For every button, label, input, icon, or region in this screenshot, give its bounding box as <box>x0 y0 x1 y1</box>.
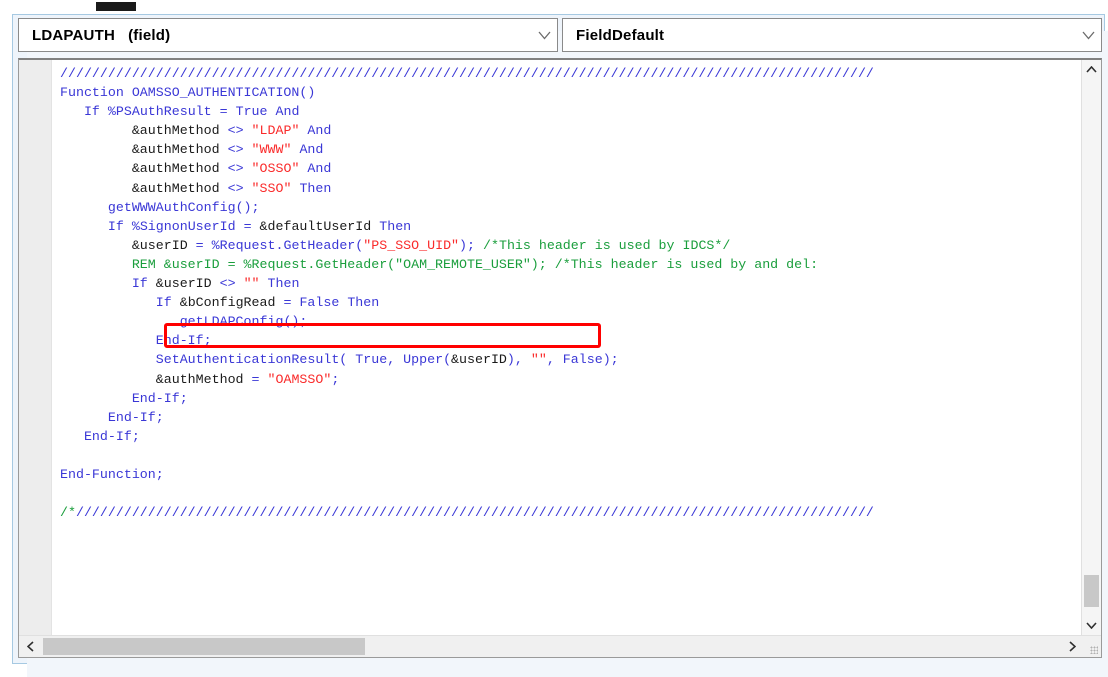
chevron-down-icon[interactable] <box>531 19 557 51</box>
peoplecode-source[interactable]: ////////////////////////////////////////… <box>52 60 1081 522</box>
object-combo-value: LDAPAUTH (field) <box>32 26 171 44</box>
horizontal-scrollbar-track[interactable] <box>41 636 1061 657</box>
vertical-scrollbar[interactable] <box>1081 60 1101 635</box>
editor-selector-row: LDAPAUTH (field) FieldDefault <box>18 18 1102 54</box>
chevron-down-icon[interactable] <box>1075 19 1101 51</box>
chevron-right-icon[interactable] <box>1061 636 1083 657</box>
code-text-area[interactable]: ////////////////////////////////////////… <box>52 60 1081 635</box>
object-combo[interactable]: LDAPAUTH (field) <box>18 18 558 52</box>
resize-grip-icon[interactable] <box>1083 636 1101 657</box>
event-combo[interactable]: FieldDefault <box>562 18 1102 52</box>
vertical-scrollbar-thumb[interactable] <box>1084 575 1099 607</box>
peoplecode-editor-window: LDAPAUTH (field) FieldDefault //////////… <box>0 0 1108 677</box>
chevron-up-icon[interactable] <box>1082 60 1101 79</box>
event-combo-value: FieldDefault <box>576 26 665 44</box>
horizontal-scrollbar[interactable] <box>19 635 1101 657</box>
editor-gutter <box>19 60 52 657</box>
clipped-toolbar-stub <box>96 2 136 11</box>
chevron-left-icon[interactable] <box>19 636 41 657</box>
horizontal-scrollbar-thumb[interactable] <box>43 638 365 655</box>
code-panel: ////////////////////////////////////////… <box>18 58 1102 658</box>
chevron-down-icon[interactable] <box>1082 616 1101 635</box>
